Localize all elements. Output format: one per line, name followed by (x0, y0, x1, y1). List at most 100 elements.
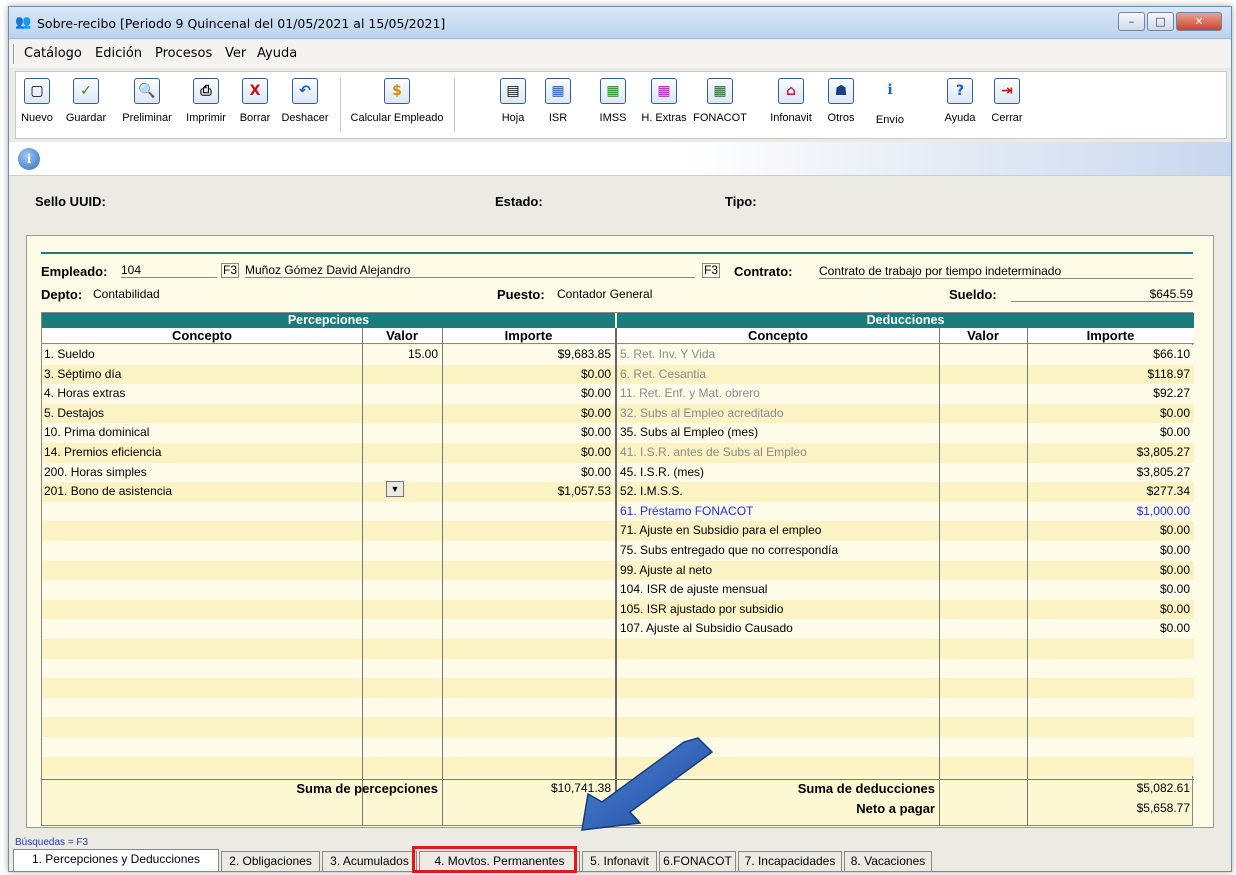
infonavit-button[interactable]: ⌂ Infonavit (762, 76, 820, 124)
ded-concepto-cell[interactable]: 107. Ajuste al Subsidio Causado (620, 619, 938, 639)
perc-importe-cell[interactable]: $0.00 (442, 365, 615, 385)
perc-importe-cell[interactable]: $1,057.53 (442, 482, 615, 502)
ded-concepto-cell[interactable]: 75. Subs entregado que no correspondía (620, 541, 938, 561)
envio-button[interactable]: ℹ Envío (872, 76, 908, 126)
ded-concepto-cell[interactable]: 61. Préstamo FONACOT (620, 502, 938, 522)
isr-button[interactable]: ▦ ISR (543, 76, 573, 124)
minimize-button[interactable]: – (1118, 12, 1145, 31)
perc-valor-cell[interactable] (362, 365, 442, 385)
perc-valor-cell[interactable] (362, 404, 442, 424)
perc-importe-cell[interactable]: $0.00 (442, 384, 615, 404)
perc-concepto-cell[interactable]: 200. Horas simples (44, 463, 360, 483)
menu-ver[interactable]: Ver (225, 46, 246, 61)
ded-concepto-cell[interactable]: 11. Ret. Enf. y Mat. obrero (620, 384, 938, 404)
deshacer-button[interactable]: ↶ Deshacer (276, 76, 334, 124)
empleado-name-field[interactable]: Muñoz Gómez David Alejandro (245, 263, 695, 278)
ded-concepto-cell[interactable]: 6. Ret. Cesantia (620, 365, 938, 385)
grid-row-background (42, 678, 1194, 698)
contrato-field[interactable]: Contrato de trabajo por tiempo indetermi… (819, 264, 1193, 279)
col-divider (939, 328, 940, 826)
ded-concepto-cell[interactable]: 104. ISR de ajuste mensual (620, 580, 938, 600)
puesto-value: Contador General (557, 287, 653, 301)
perc-importe-cell[interactable]: $0.00 (442, 423, 615, 443)
hoja-button[interactable]: ▤ Hoja (498, 76, 528, 124)
menu-procesos[interactable]: Procesos (155, 46, 212, 61)
ded-importe-cell[interactable]: $92.27 (1027, 384, 1194, 404)
ded-importe-cell[interactable]: $0.00 (1027, 541, 1194, 561)
perc-concepto-cell[interactable]: 201. Bono de asistencia (44, 482, 360, 502)
ded-importe-cell[interactable]: $0.00 (1027, 600, 1194, 620)
toolbar: ▢ Nuevo ✓ Guardar 🔍 Preliminar ⎙ Imprimir XB… (15, 71, 1227, 139)
receipt-header: Sello UUID: Estado: Tipo: (9, 177, 1231, 227)
new-doc-icon: ▢ (24, 78, 50, 104)
ded-importe-cell[interactable]: $0.00 (1027, 561, 1194, 581)
perc-importe-cell[interactable]: $0.00 (442, 443, 615, 463)
perc-valor-cell[interactable] (362, 463, 442, 483)
maximize-button[interactable]: □ (1147, 12, 1174, 31)
tab-vacaciones[interactable]: 8. Vacaciones (844, 851, 932, 871)
menu-edicion[interactable]: Edición (95, 46, 142, 61)
contrato-f3-button[interactable]: F3 (702, 263, 721, 278)
menu-ayuda[interactable]: Ayuda (257, 46, 297, 61)
ded-importe-cell[interactable]: $1,000.00 (1027, 502, 1194, 522)
tab-percepciones-deducciones[interactable]: 1. Percepciones y Deducciones (13, 849, 219, 871)
perc-valor-cell[interactable] (362, 423, 442, 443)
ded-concepto-cell[interactable]: 71. Ajuste en Subsidio para el empleo (620, 521, 938, 541)
ayuda-button[interactable]: ? Ayuda (940, 76, 980, 124)
ded-importe-cell[interactable]: $0.00 (1027, 404, 1194, 424)
borrar-button[interactable]: X Borrar (236, 76, 274, 124)
perc-valor-cell[interactable]: 15.00 (362, 345, 442, 365)
cerrar-button[interactable]: ⇥ Cerrar (986, 76, 1028, 124)
menu-catalogo[interactable]: Catálogo (24, 46, 82, 61)
tab-acumulados[interactable]: 3. Acumulados (322, 851, 417, 871)
col-divider (362, 328, 363, 826)
perc-concepto-cell[interactable]: 1. Sueldo (44, 345, 360, 365)
tab-incapacidades[interactable]: 7. Incapacidades (738, 851, 842, 871)
h-extras-button[interactable]: ▦ H. Extras (636, 76, 692, 124)
ded-concepto-cell[interactable]: 105. ISR ajustado por subsidio (620, 600, 938, 620)
preliminar-button[interactable]: 🔍 Preliminar (118, 76, 176, 124)
tab-fonacot[interactable]: 6.FONACOT (659, 851, 736, 871)
perc-concepto-cell[interactable]: 14. Premios eficiencia (44, 443, 360, 463)
ded-concepto-cell[interactable]: 99. Ajuste al neto (620, 561, 938, 581)
empleado-number-field[interactable]: 104 (121, 263, 217, 278)
ded-concepto-cell[interactable]: 35. Subs al Empleo (mes) (620, 423, 938, 443)
perc-concepto-cell[interactable]: 4. Horas extras (44, 384, 360, 404)
otros-button[interactable]: ☗ Otros (824, 76, 858, 124)
ded-importe-cell[interactable]: $0.00 (1027, 619, 1194, 639)
guardar-button[interactable]: ✓ Guardar (60, 76, 112, 124)
title-bar: 👥 Sobre-recibo [Periodo 9 Quincenal del … (9, 7, 1231, 39)
suma-percepciones-label: Suma de percepciones (296, 781, 438, 796)
fonacot-button[interactable]: ▦ FONACOT (692, 76, 748, 124)
empleado-f3-button[interactable]: F3 (221, 263, 240, 278)
ded-concepto-cell[interactable]: 41. I.S.R. antes de Subs al Empleo (620, 443, 938, 463)
calcular-empleado-button[interactable]: $ Calcular Empleado (344, 76, 450, 124)
ded-concepto-cell[interactable]: 32. Subs al Empleo acreditado (620, 404, 938, 424)
imprimir-button[interactable]: ⎙ Imprimir (180, 76, 232, 124)
ded-importe-cell[interactable]: $66.10 (1027, 345, 1194, 365)
ded-importe-cell[interactable]: $3,805.27 (1027, 443, 1194, 463)
tab-obligaciones[interactable]: 2. Obligaciones (221, 851, 320, 871)
ded-concepto-cell[interactable]: 45. I.S.R. (mes) (620, 463, 938, 483)
ded-importe-cell[interactable]: $3,805.27 (1027, 463, 1194, 483)
ded-importe-cell[interactable]: $0.00 (1027, 521, 1194, 541)
row-dropdown-arrow-icon[interactable]: ▼ (386, 481, 404, 497)
ded-importe-cell[interactable]: $0.00 (1027, 423, 1194, 443)
tab-infonavit[interactable]: 5. Infonavit (582, 851, 657, 871)
close-window-button[interactable]: ✕ (1176, 12, 1222, 31)
perc-importe-cell[interactable]: $9,683.85 (442, 345, 615, 365)
perc-concepto-cell[interactable]: 10. Prima dominical (44, 423, 360, 443)
ded-concepto-cell[interactable]: 5. Ret. Inv. Y Vida (620, 345, 938, 365)
ded-concepto-cell[interactable]: 52. I.M.S.S. (620, 482, 938, 502)
perc-concepto-cell[interactable]: 5. Destajos (44, 404, 360, 424)
imss-button[interactable]: ▦ IMSS (596, 76, 630, 124)
ded-importe-cell[interactable]: $277.34 (1027, 482, 1194, 502)
perc-importe-cell[interactable]: $0.00 (442, 404, 615, 424)
nuevo-button[interactable]: ▢ Nuevo (16, 76, 58, 124)
perc-valor-cell[interactable] (362, 384, 442, 404)
ded-importe-cell[interactable]: $118.97 (1027, 365, 1194, 385)
perc-valor-cell[interactable] (362, 443, 442, 463)
perc-importe-cell[interactable]: $0.00 (442, 463, 615, 483)
perc-concepto-cell[interactable]: 3. Séptimo día (44, 365, 360, 385)
ded-importe-cell[interactable]: $0.00 (1027, 580, 1194, 600)
